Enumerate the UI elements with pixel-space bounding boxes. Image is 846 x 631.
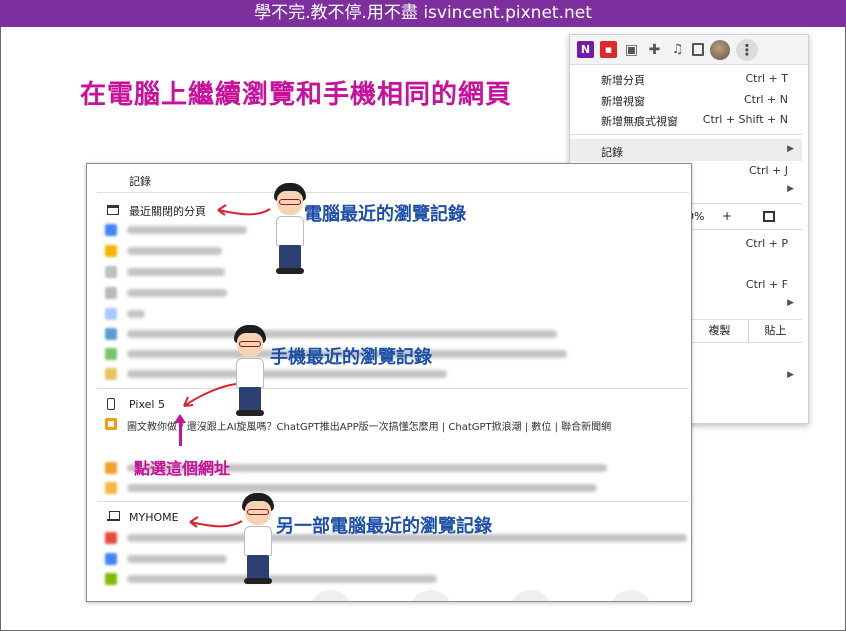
laptop-icon <box>107 511 120 521</box>
ghost-shortcut <box>409 590 453 601</box>
page-headline: 在電腦上繼續瀏覽和手機相同的網頁 <box>80 80 513 110</box>
submenu-arrow-icon: ▶ <box>787 184 794 194</box>
menu-item-new-incognito[interactable]: 新增無痕式視窗 Ctrl + Shift + N <box>570 110 802 130</box>
menu-item-shortcut: Ctrl + P <box>745 237 788 250</box>
chrome-toolbar: N ▪ ▣ ✚ ♫ ⋮ <box>570 35 808 65</box>
media-control-icon[interactable]: ♫ <box>669 41 686 58</box>
cartoon-presenter-figure <box>228 325 272 417</box>
menu-item-new-window[interactable]: 新增視窗 Ctrl + N <box>570 90 802 110</box>
extensions-icon[interactable]: ✚ <box>646 41 663 58</box>
menu-item-shortcut: Ctrl + N <box>743 93 788 106</box>
phone-icon <box>107 398 115 410</box>
ghost-shortcut <box>509 590 553 601</box>
menu-item-shortcut: Ctrl + J <box>748 164 788 177</box>
history-title[interactable]: 記錄 <box>129 173 151 189</box>
annotation-other-pc-history: 另一部電腦最近的瀏覽記錄 <box>276 516 492 537</box>
submenu-arrow-icon: ▶ <box>787 370 794 380</box>
menu-item-shortcut: Ctrl + T <box>745 72 788 85</box>
fullscreen-icon[interactable] <box>763 211 775 222</box>
menu-item-new-tab[interactable]: 新增分頁 Ctrl + T <box>570 69 802 89</box>
pointer-arrow-myhome <box>189 516 243 528</box>
site-favicon-icon <box>105 418 117 430</box>
menu-item-label: 記錄 <box>601 146 623 159</box>
menu-item-label: 新增視窗 <box>601 95 645 108</box>
site-banner: 學不完.教不停.用不盡 isvincent.pixnet.net <box>0 0 846 27</box>
annotation-click-url: 點選這個網址 <box>134 459 231 478</box>
cartoon-presenter-figure <box>236 493 280 585</box>
paste-button[interactable]: 貼上 <box>748 320 802 342</box>
ghost-shortcut <box>609 590 653 601</box>
menu-item-shortcut: Ctrl + F <box>745 278 788 291</box>
cartoon-presenter-figure <box>268 183 312 275</box>
zoom-in-button[interactable]: + <box>722 209 732 223</box>
section-recently-closed: 最近關閉的分頁 <box>129 205 206 218</box>
ghost-shortcut <box>309 590 353 601</box>
profile-avatar[interactable] <box>710 39 730 60</box>
history-divider <box>97 501 689 502</box>
copy-button[interactable]: 複製 <box>690 320 748 342</box>
more-menu-icon[interactable]: ⋮ <box>736 38 758 61</box>
menu-item-history[interactable]: 記錄 ▶ <box>570 139 802 161</box>
menu-divider <box>570 134 802 135</box>
history-divider <box>97 192 689 193</box>
printer-icon[interactable]: ▣ <box>623 41 640 58</box>
submenu-arrow-icon: ▶ <box>787 144 794 154</box>
side-panel-icon[interactable] <box>692 43 704 56</box>
flipboard-icon[interactable]: ▪ <box>600 41 617 58</box>
submenu-arrow-icon: ▶ <box>787 298 794 308</box>
menu-item-label: 新增分頁 <box>601 74 645 87</box>
menu-item-label: 新增無痕式視窗 <box>601 115 678 128</box>
pointer-arrow-pc <box>217 204 271 216</box>
section-device-myhome: MYHOME <box>129 511 179 524</box>
section-device-pixel5: Pixel 5 <box>129 398 165 411</box>
tab-icon <box>107 205 119 215</box>
onenote-icon[interactable]: N <box>577 41 594 58</box>
annotation-pc-history: 電腦最近的瀏覽記錄 <box>304 204 466 225</box>
arrow-up-icon <box>174 414 186 446</box>
phone-history-title: 圖文教你做 / 還沒跟上AI旋風嗎？ChatGPT推出APP版一次搞懂怎麼用 |… <box>127 422 612 433</box>
menu-item-shortcut: Ctrl + Shift + N <box>702 113 788 126</box>
annotation-phone-history: 手機最近的瀏覽記錄 <box>270 347 432 368</box>
